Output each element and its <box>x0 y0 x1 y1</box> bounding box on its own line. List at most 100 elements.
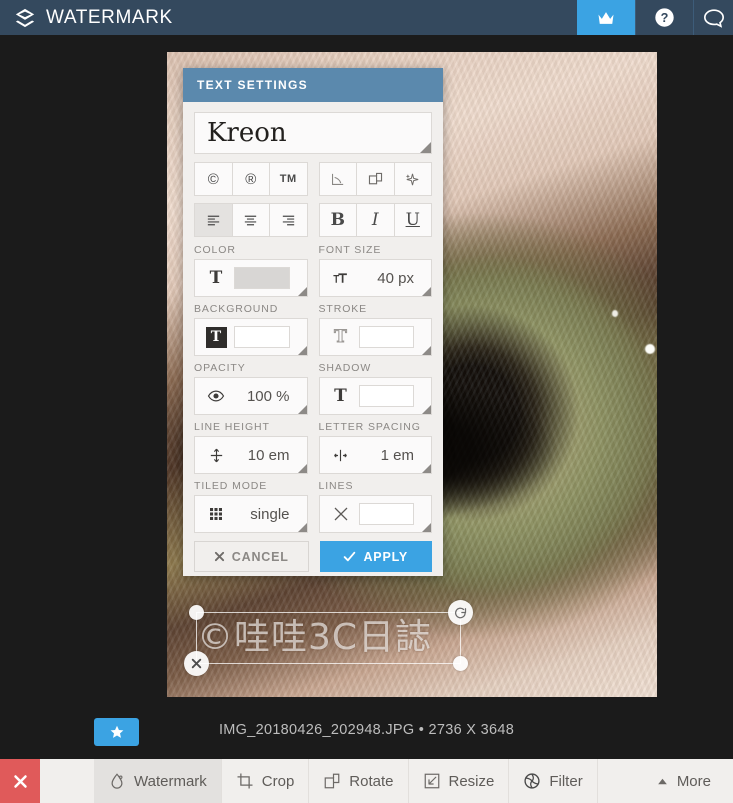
field-color: COLOR T <box>194 244 308 297</box>
specular-highlight <box>645 344 655 354</box>
field-label: COLOR <box>194 244 236 256</box>
dropdown-corner-icon <box>422 346 431 355</box>
tool-watermark[interactable]: Watermark <box>94 759 222 803</box>
italic-button[interactable]: I <box>356 203 395 237</box>
tool-label: Resize <box>448 772 495 790</box>
field-shadow: SHADOW T <box>318 362 432 415</box>
font-size-control[interactable]: 40 px <box>318 259 432 297</box>
top-bar: WATERMARK ? <box>0 0 733 35</box>
shadow-control[interactable]: T <box>318 377 432 415</box>
field-row: LINE HEIGHT 10 em LETTER SPACING 1 em <box>194 421 432 474</box>
resize-dot-icon[interactable] <box>189 605 204 620</box>
copyright-symbol-button[interactable]: © <box>194 162 233 196</box>
sparkle-effect-icon[interactable] <box>393 162 432 196</box>
dropdown-corner-icon <box>297 523 307 532</box>
resize-dot-icon[interactable] <box>453 656 468 671</box>
dropdown-corner-icon <box>420 142 431 153</box>
shadow-swatch[interactable] <box>358 385 414 407</box>
app-title: WATERMARK <box>46 6 173 28</box>
lines-control[interactable] <box>318 495 432 533</box>
tool-label: Filter <box>549 772 583 790</box>
opacity-control[interactable]: 100 % <box>194 377 308 415</box>
line-height-icon <box>204 447 228 464</box>
field-stroke: STROKE T <box>318 303 432 356</box>
letter-spacing-control[interactable]: 1 em <box>318 436 432 474</box>
tiled-mode-control[interactable]: single <box>194 495 308 533</box>
bold-icon: B <box>330 209 345 230</box>
background-swatch[interactable] <box>234 326 290 348</box>
aperture-icon <box>523 772 541 790</box>
dropdown-corner-icon <box>297 405 307 414</box>
bold-button[interactable]: B <box>318 203 357 237</box>
check-icon <box>343 550 356 563</box>
tiled-mode-value: single <box>250 505 290 523</box>
field-row: COLOR T FONT SIZE 40 px <box>194 244 432 297</box>
chat-bubble-icon[interactable] <box>693 0 733 35</box>
line-height-value: 10 em <box>247 446 290 464</box>
underline-button[interactable]: U <box>393 203 432 237</box>
tool-rotate[interactable]: Rotate <box>309 759 409 803</box>
close-button[interactable] <box>0 759 40 803</box>
droplet-icon <box>108 772 126 790</box>
svg-text:?: ? <box>661 11 669 25</box>
font-size-value: 40 px <box>377 269 414 287</box>
question-circle-icon[interactable]: ? <box>635 0 693 35</box>
color-swatch[interactable] <box>234 267 290 289</box>
text-settings-panel: TEXT SETTINGS Kreon © ® TM B I U COLOR T… <box>183 68 443 576</box>
specular-highlight <box>612 310 618 317</box>
field-tiled-mode: TILED MODE single <box>194 480 308 533</box>
field-label: LETTER SPACING <box>318 421 421 433</box>
brand: WATERMARK <box>0 0 577 35</box>
crown-icon[interactable] <box>577 0 635 35</box>
perspective-icon[interactable] <box>318 162 357 196</box>
lines-swatch[interactable] <box>358 503 414 525</box>
tool-crop[interactable]: Crop <box>222 759 310 803</box>
text-stroke-icon: T <box>334 327 348 348</box>
align-center-icon[interactable] <box>231 203 270 237</box>
cancel-button[interactable]: CANCEL <box>194 541 309 572</box>
delete-handle-icon[interactable] <box>184 651 209 676</box>
apply-button[interactable]: APPLY <box>319 541 432 572</box>
field-label: OPACITY <box>194 362 246 374</box>
letter-spacing-value: 1 em <box>380 446 414 464</box>
cancel-label: CANCEL <box>231 549 289 564</box>
dropdown-corner-icon <box>297 464 307 473</box>
tool-label: More <box>676 772 711 790</box>
watermark-selection-box[interactable]: ©哇哇3C日誌 <box>184 600 473 676</box>
tool-more[interactable]: More <box>642 759 733 803</box>
dropdown-corner-icon <box>297 346 307 355</box>
trademark-icon: TM <box>279 172 297 185</box>
crop-icon <box>236 772 254 790</box>
tool-filter[interactable]: Filter <box>509 759 598 803</box>
tool-resize[interactable]: Resize <box>409 759 510 803</box>
resize-icon <box>423 772 441 790</box>
letter-spacing-icon <box>329 447 353 464</box>
color-control[interactable]: T <box>194 259 308 297</box>
caret-up-icon <box>656 775 669 788</box>
field-line-height: LINE HEIGHT 10 em <box>194 421 308 474</box>
align-left-icon[interactable] <box>194 203 233 237</box>
align-right-icon[interactable] <box>269 203 308 237</box>
font-family-select[interactable]: Kreon <box>194 112 432 154</box>
rotate-icon <box>323 772 341 790</box>
stroke-swatch[interactable] <box>358 326 414 348</box>
field-font-size: FONT SIZE 40 px <box>318 244 432 297</box>
diamond-layers-icon <box>14 7 36 29</box>
duplicate-icon[interactable] <box>356 162 395 196</box>
transform-button-group <box>318 162 432 196</box>
field-label: TILED MODE <box>194 480 268 492</box>
background-control[interactable]: T <box>194 318 308 356</box>
panel-header: TEXT SETTINGS <box>183 68 443 102</box>
stroke-control[interactable]: T <box>318 318 432 356</box>
field-lines: LINES <box>318 480 432 533</box>
copyright-icon: © <box>207 170 219 188</box>
align-style-row: B I U <box>194 203 432 237</box>
watermark-text: ©哇哇3C日誌 <box>197 617 433 658</box>
panel-body: Kreon © ® TM B I U COLOR T FONT SIZE 40 … <box>183 102 443 583</box>
line-height-control[interactable]: 10 em <box>194 436 308 474</box>
app-root: WATERMARK ? ©哇哇3C日誌 TEXT SETTINGS Kreon … <box>0 0 733 803</box>
trademark-symbol-button[interactable]: TM <box>269 162 308 196</box>
rotate-handle-icon[interactable] <box>448 600 473 625</box>
registered-symbol-button[interactable]: ® <box>231 162 270 196</box>
field-row: BACKGROUND T STROKE T <box>194 303 432 356</box>
